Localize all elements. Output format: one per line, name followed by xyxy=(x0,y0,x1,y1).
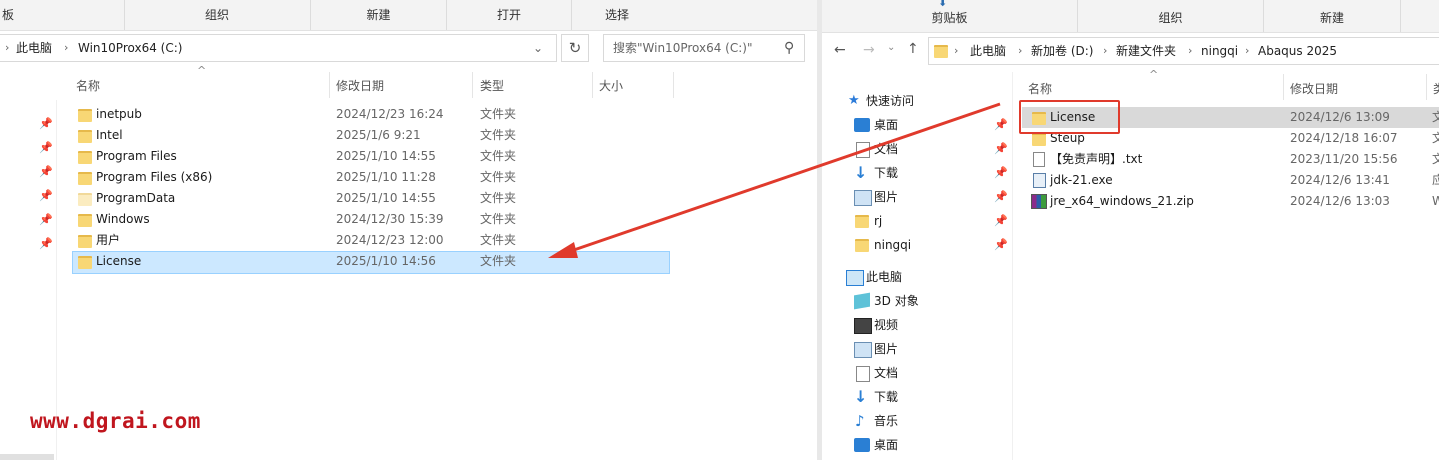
arrow-shaft xyxy=(567,102,1001,254)
arrow-head xyxy=(548,242,578,258)
watermark: www.dgrai.com xyxy=(30,409,201,433)
annotation-arrow xyxy=(548,102,1001,258)
